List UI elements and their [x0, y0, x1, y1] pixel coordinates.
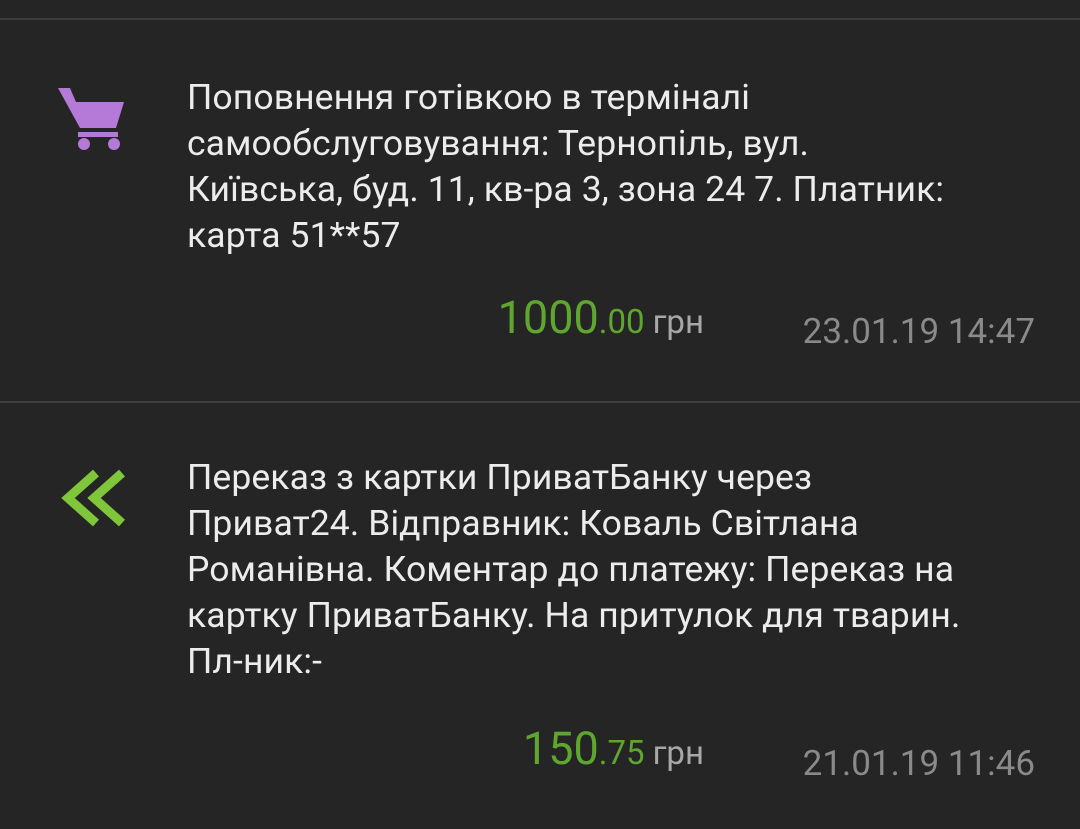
- amount-fraction: .00: [598, 303, 645, 342]
- transaction-amount: 1000.00 грн: [498, 290, 704, 351]
- transaction-item[interactable]: Переказ з картки ПриватБанку через Прива…: [0, 403, 1080, 829]
- amount-currency: грн: [652, 303, 704, 342]
- transaction-amount: 150.75 грн: [523, 721, 704, 782]
- transaction-description: Поповнення готівкою в терміналі самообсл…: [187, 76, 945, 256]
- shopping-cart-icon: [52, 76, 132, 156]
- transaction-item[interactable]: Поповнення готівкою в терміналі самообсл…: [0, 20, 1080, 401]
- transaction-datetime: 23.01.19 14:47: [802, 311, 1035, 352]
- transaction-datetime: 21.01.19 11:46: [802, 743, 1035, 784]
- amount-integer: 1000: [497, 291, 599, 344]
- double-chevron-left-icon: [52, 459, 132, 539]
- transaction-description: Переказ з картки ПриватБанку через Прива…: [187, 456, 961, 682]
- amount-integer: 150: [522, 722, 599, 775]
- amount-fraction: .75: [598, 734, 645, 773]
- amount-currency: грн: [652, 734, 704, 773]
